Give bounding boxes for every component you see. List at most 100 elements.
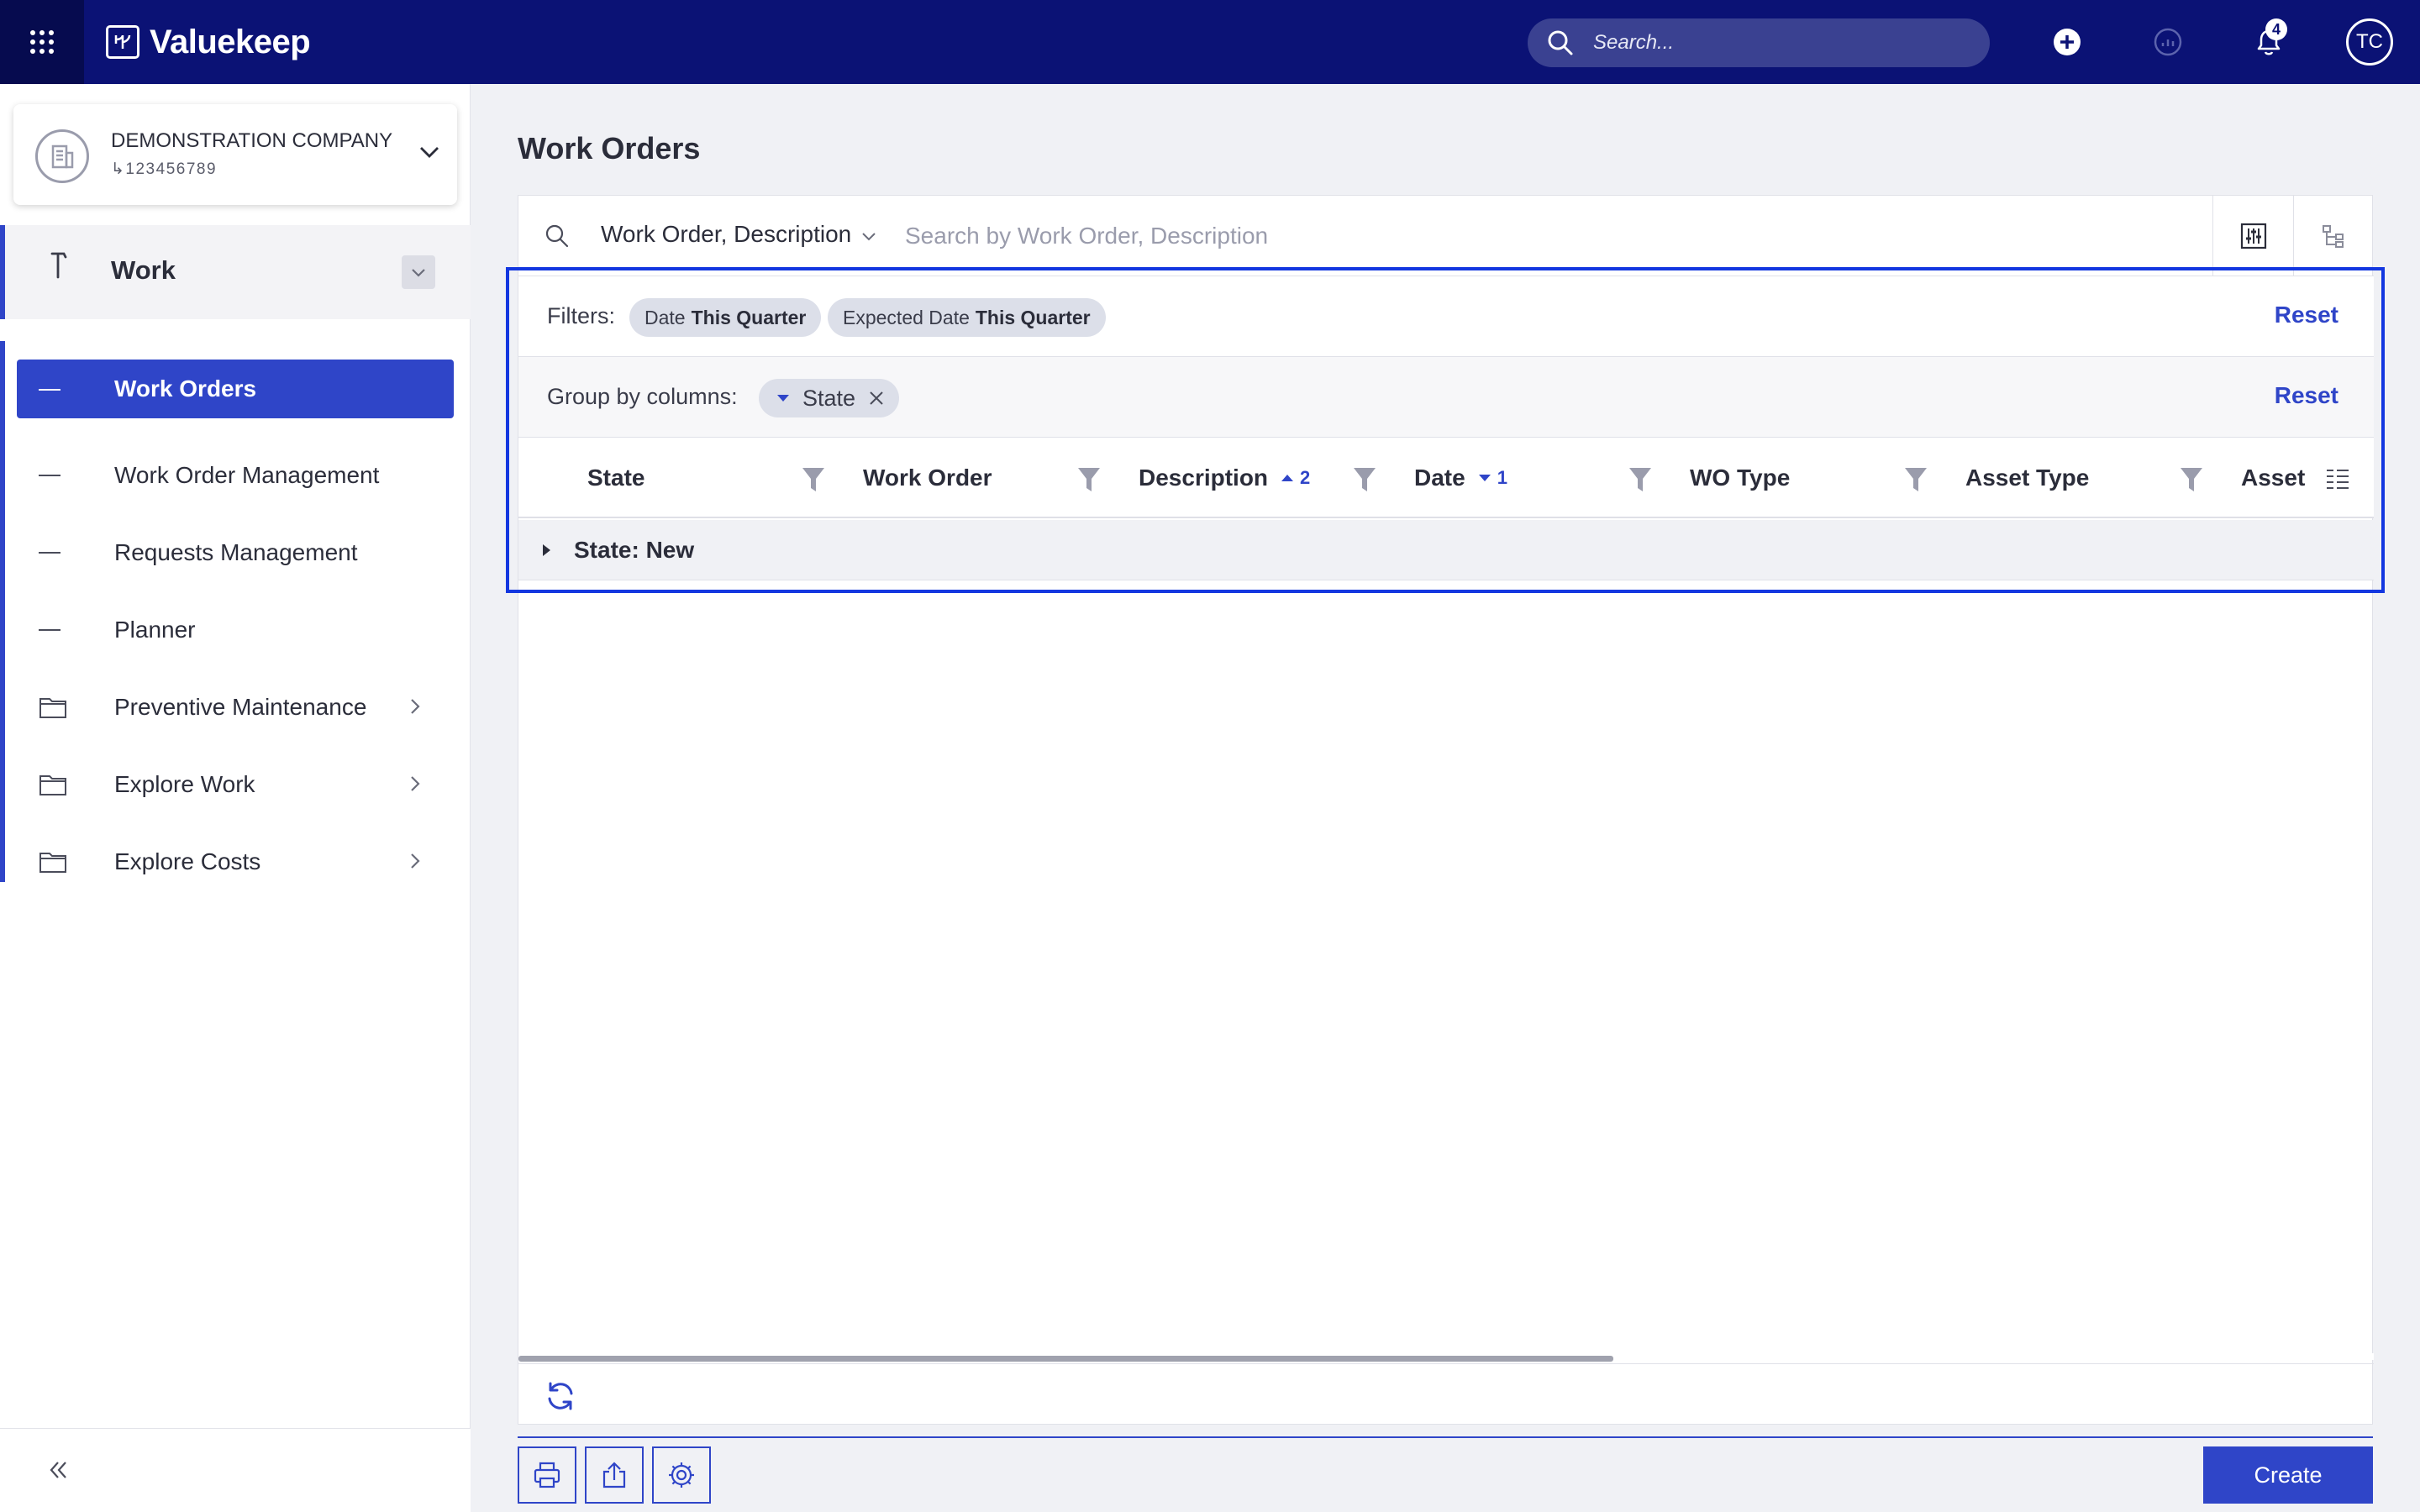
- column-label: Date: [1414, 465, 1465, 491]
- search-field-selector[interactable]: Work Order, Description: [601, 221, 851, 248]
- filter-funnel-icon[interactable]: [1628, 466, 1653, 493]
- sliders-icon: [2240, 223, 2266, 249]
- column-label: Description: [1139, 465, 1269, 491]
- sidebar-item-work-orders[interactable]: Work Orders: [17, 360, 454, 418]
- column-chooser-icon[interactable]: [2325, 466, 2350, 491]
- notifications-button[interactable]: 4: [2245, 18, 2292, 66]
- company-id-value: 123456789: [125, 160, 218, 178]
- print-button[interactable]: [518, 1446, 576, 1504]
- folder-icon: [39, 769, 72, 800]
- grid-footer: [518, 1363, 2374, 1424]
- sidebar-item-label: Work Orders: [114, 375, 257, 402]
- hierarchy-icon: [2322, 225, 2344, 248]
- settings-button[interactable]: [652, 1446, 711, 1504]
- column-header-asset[interactable]: Asset: [2241, 438, 2305, 518]
- create-button[interactable]: Create: [2203, 1446, 2373, 1504]
- column-header-wo-type[interactable]: WO Type: [1690, 438, 1790, 518]
- grid-search-bar: Work Order, Description: [518, 196, 2374, 276]
- filter-funnel-icon[interactable]: [1903, 466, 1928, 493]
- horizontal-scrollbar-thumb[interactable]: [518, 1356, 1613, 1362]
- column-label: Asset: [2241, 465, 2306, 491]
- column-label: Asset Type: [1965, 465, 2090, 491]
- chevron-down-icon[interactable]: [860, 228, 878, 246]
- double-chevron-left-icon[interactable]: [45, 1457, 71, 1483]
- share-export-icon: [602, 1462, 626, 1488]
- sidebar-item-label: Planner: [114, 617, 196, 643]
- group-by-chip-state[interactable]: State: [759, 379, 900, 417]
- sidebar-item-planner[interactable]: Planner: [0, 591, 471, 669]
- column-label: Work Order: [863, 465, 992, 491]
- column-header-date[interactable]: Date 1: [1414, 438, 1507, 518]
- chevron-right-icon: [411, 776, 420, 791]
- column-header-state[interactable]: State: [587, 438, 644, 518]
- column-label: WO Type: [1690, 465, 1791, 491]
- export-button[interactable]: [585, 1446, 644, 1504]
- sidebar-item-work-order-management[interactable]: Work Order Management: [0, 437, 471, 514]
- column-header-asset-type[interactable]: Asset Type: [1965, 438, 2089, 518]
- search-icon: [1548, 30, 1573, 55]
- sort-desc-icon: [1478, 475, 1491, 481]
- brand-logo[interactable]: Valuekeep: [106, 23, 311, 61]
- filter-chip-expected-date[interactable]: Expected Date This Quarter: [828, 298, 1106, 337]
- company-selector[interactable]: DEMONSTRATION COMPANY ↳123456789: [13, 104, 457, 205]
- filter-funnel-icon[interactable]: [2179, 466, 2204, 493]
- sort-asc-icon: [1281, 475, 1294, 481]
- user-avatar[interactable]: TC: [2346, 18, 2393, 66]
- filter-funnel-icon[interactable]: [1352, 466, 1377, 493]
- grid-search-input[interactable]: [905, 218, 2165, 255]
- caret-right-icon[interactable]: [540, 542, 552, 559]
- column-header-description[interactable]: Description 2: [1139, 438, 1310, 518]
- filter-chip-value: This Quarter: [691, 306, 807, 328]
- app-launcher-button[interactable]: [0, 0, 84, 84]
- sort-order: 2: [1300, 467, 1311, 488]
- group-row[interactable]: State: New: [518, 520, 2374, 580]
- quick-create-button[interactable]: [2044, 18, 2091, 66]
- module-header-work[interactable]: Work: [0, 225, 471, 319]
- sidebar-item-requests-management[interactable]: Requests Management: [0, 514, 471, 591]
- plus-circle-icon: [2054, 29, 2081, 55]
- global-search[interactable]: [1528, 18, 1990, 67]
- advanced-filter-button[interactable]: [2212, 196, 2293, 276]
- page-title: Work Orders: [518, 131, 701, 165]
- sidebar-item-label: Explore Work: [114, 771, 255, 797]
- column-header-work-order[interactable]: Work Order: [863, 438, 992, 518]
- folder-icon: [39, 692, 72, 722]
- tree-view-button[interactable]: [2293, 196, 2374, 276]
- dash-icon: [39, 615, 72, 645]
- refresh-icon[interactable]: [544, 1379, 577, 1413]
- work-orders-grid: Work Order, Description Filters: DateThi…: [518, 195, 2374, 1425]
- dash-icon: [39, 538, 72, 568]
- logo-icon: [106, 25, 139, 59]
- filter-funnel-icon[interactable]: [801, 466, 826, 493]
- module-title: Work: [111, 255, 176, 285]
- group-row-label: State: New: [574, 537, 695, 563]
- analytics-button[interactable]: [2144, 18, 2191, 66]
- chevron-right-icon: [411, 699, 420, 714]
- chevron-down-icon: [420, 147, 439, 158]
- filters-label: Filters:: [547, 303, 615, 328]
- filters-bar: Filters: Date This Quarter Expected Date T…: [518, 276, 2374, 357]
- filters-reset-link[interactable]: Reset: [2275, 302, 2338, 328]
- chevron-down-icon: [412, 269, 425, 277]
- brand-name: Valuekeep: [150, 23, 311, 60]
- sidebar-item-preventive-maintenance[interactable]: Preventive Maintenance: [0, 669, 471, 746]
- dash-icon: [39, 460, 72, 491]
- filter-chip-date[interactable]: Date This Quarter: [629, 298, 822, 337]
- company-id: ↳123456789: [111, 160, 217, 179]
- sidebar-item-label: Work Order Management: [114, 462, 380, 488]
- group-by-bar: Group by columns: State Reset: [518, 357, 2374, 438]
- sub-arrow-icon: ↳: [111, 160, 126, 178]
- chevron-right-icon: [411, 853, 420, 869]
- sidebar-item-explore-costs[interactable]: Explore Costs: [0, 823, 471, 900]
- dash-icon: [39, 375, 72, 405]
- filter-funnel-icon[interactable]: [1076, 466, 1102, 493]
- hammer-icon: [50, 252, 67, 279]
- folder-icon: [39, 847, 72, 877]
- close-icon[interactable]: [867, 389, 886, 407]
- sort-indicator: 1: [1477, 467, 1507, 489]
- sidebar-item-explore-work[interactable]: Explore Work: [0, 746, 471, 823]
- caret-down-icon: [777, 395, 789, 402]
- global-search-input[interactable]: [1593, 31, 1963, 55]
- module-toggle-button[interactable]: [402, 255, 435, 289]
- group-by-reset-link[interactable]: Reset: [2275, 382, 2338, 409]
